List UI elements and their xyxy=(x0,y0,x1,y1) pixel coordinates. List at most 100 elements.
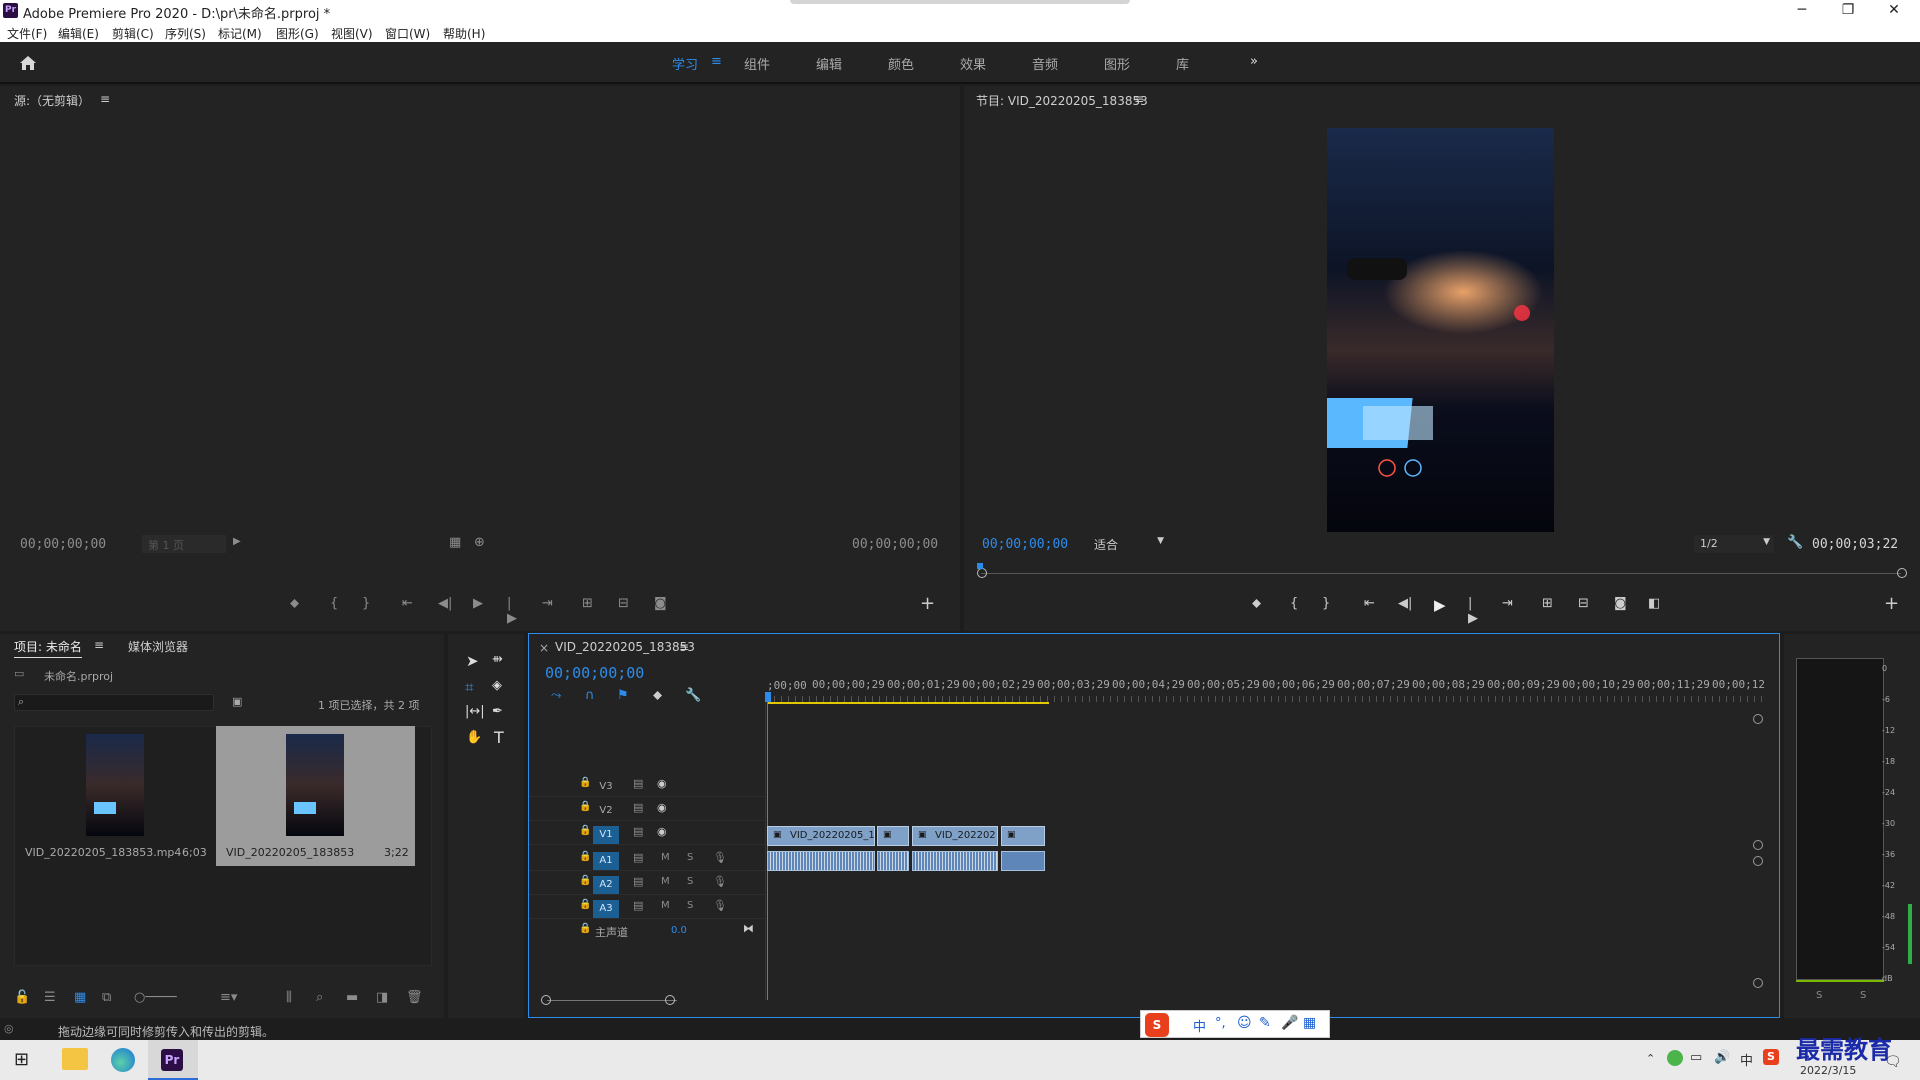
vertical-scroll-handle[interactable] xyxy=(1753,840,1763,850)
project-item-selected[interactable]: VID_20220205_183853 3;22 xyxy=(216,726,415,866)
lock-icon[interactable]: 🔒 xyxy=(579,801,591,812)
tab-media-browser[interactable]: 媒体浏览器 xyxy=(128,638,188,655)
mark-in-icon[interactable]: { xyxy=(330,596,338,611)
project-search-input[interactable] xyxy=(14,694,214,711)
program-add-button[interactable]: + xyxy=(1884,593,1899,614)
go-to-out-icon[interactable]: ⇥ xyxy=(1502,596,1513,611)
fit-icon[interactable]: ▦ xyxy=(449,535,461,550)
solo-left-button[interactable]: S xyxy=(1816,990,1822,1001)
tray-ime-indicator[interactable]: 中 xyxy=(1740,1050,1753,1069)
microphone-icon[interactable]: 🎙 xyxy=(713,875,727,888)
scrub-start-handle[interactable] xyxy=(977,568,987,578)
timeline-settings-icon[interactable]: 🔧 xyxy=(685,688,701,703)
audio-clip[interactable] xyxy=(877,851,909,871)
meter-scroll[interactable] xyxy=(1908,904,1912,964)
track-label[interactable]: A3 xyxy=(593,900,619,918)
type-tool-icon[interactable]: T xyxy=(494,728,504,747)
scroll-right-handle[interactable] xyxy=(665,995,675,1005)
project-panel-menu-icon[interactable]: ≡ xyxy=(94,638,104,652)
source-panel-menu-icon[interactable]: ≡ xyxy=(100,92,110,106)
sync-lock-icon[interactable]: ▤ xyxy=(633,801,643,814)
source-monitor-title[interactable]: 源:（无剪辑） xyxy=(14,92,90,109)
audio-clip[interactable] xyxy=(767,851,875,871)
workspace-learn[interactable]: 学习 xyxy=(672,54,698,73)
horizontal-zoom-scrollbar[interactable] xyxy=(547,1000,677,1001)
tray-overflow-icon[interactable]: ⌃ xyxy=(1646,1052,1655,1065)
mute-button[interactable]: M xyxy=(661,876,670,887)
home-icon[interactable] xyxy=(18,53,38,73)
snap-icon[interactable]: ∩ xyxy=(585,688,595,703)
freeform-view-icon[interactable]: ⧉ xyxy=(102,990,111,1005)
minimize-button[interactable]: ─ xyxy=(1780,0,1824,22)
sogou-logo-icon[interactable]: S xyxy=(1145,1013,1169,1037)
menu-file[interactable]: 文件(F) xyxy=(7,25,47,42)
mark-in-icon[interactable]: { xyxy=(1290,596,1298,611)
mark-out-icon[interactable]: } xyxy=(1322,596,1330,611)
step-forward-icon[interactable]: |▶ xyxy=(507,596,517,626)
insert-icon[interactable]: ⊕ xyxy=(474,535,485,550)
new-bin-icon[interactable]: ▬ xyxy=(346,990,358,1005)
track-label[interactable]: V1 xyxy=(593,826,619,844)
vertical-scroll-handle[interactable] xyxy=(1753,856,1763,866)
vertical-scroll-handle[interactable] xyxy=(1753,714,1763,724)
restore-button[interactable]: ❐ xyxy=(1826,0,1870,22)
linked-selection-icon[interactable]: ⚑ xyxy=(617,688,629,703)
sogou-tray-icon[interactable]: S xyxy=(1763,1049,1779,1065)
ime-punct-mode[interactable]: °, xyxy=(1215,1016,1226,1031)
workspace-libraries[interactable]: 库 xyxy=(1176,54,1189,73)
overwrite-clip-icon[interactable]: ⊟ xyxy=(618,596,629,611)
lock-icon[interactable]: 🔒 xyxy=(579,875,591,886)
sync-lock-icon[interactable]: ▤ xyxy=(633,825,643,838)
lift-icon[interactable]: ⊞ xyxy=(1542,596,1553,611)
workspace-graphics[interactable]: 图形 xyxy=(1104,54,1130,73)
mark-out-icon[interactable]: } xyxy=(362,596,370,611)
eye-icon[interactable]: ◉ xyxy=(657,825,667,838)
step-back-icon[interactable]: ◀| xyxy=(438,596,452,611)
razor-tool-icon[interactable]: ◈ xyxy=(492,678,502,693)
workspace-effects[interactable]: 效果 xyxy=(960,54,986,73)
program-timecode[interactable]: 00;00;00;00 xyxy=(982,537,1068,552)
workspace-color[interactable]: 颜色 xyxy=(888,54,914,73)
step-back-icon[interactable]: ◀| xyxy=(1398,596,1412,611)
microphone-icon[interactable]: 🎙 xyxy=(713,899,727,912)
menu-clip[interactable]: 剪辑(C) xyxy=(112,25,154,42)
solo-button[interactable]: S xyxy=(687,852,693,863)
go-to-in-icon[interactable]: ⇤ xyxy=(402,596,413,611)
sort-icon[interactable]: ≡▾ xyxy=(220,990,237,1005)
eye-icon[interactable]: ◉ xyxy=(657,801,667,814)
menu-marker[interactable]: 标记(M) xyxy=(218,25,262,42)
tray-app-icon[interactable] xyxy=(1667,1050,1683,1066)
solo-button[interactable]: S xyxy=(687,876,693,887)
video-clip[interactable]: ▣ VID_202202 xyxy=(912,826,998,846)
toolbox-icon[interactable]: ▦ xyxy=(1303,1015,1316,1031)
ime-chinese-mode[interactable]: 中 xyxy=(1193,1016,1206,1035)
workspace-assembly[interactable]: 组件 xyxy=(744,54,770,73)
playhead-indicator[interactable] xyxy=(977,563,983,569)
menu-sequence[interactable]: 序列(S) xyxy=(165,25,206,42)
workspace-editing[interactable]: 编辑 xyxy=(816,54,842,73)
go-to-out-icon[interactable]: ⇥ xyxy=(542,596,553,611)
selection-tool-icon[interactable]: ➤ xyxy=(466,652,479,670)
workspace-overflow-icon[interactable]: » xyxy=(1250,54,1258,69)
emoji-icon[interactable]: ☺ xyxy=(1237,1015,1252,1031)
icon-view-icon[interactable]: ▦ xyxy=(74,990,86,1005)
timeline-sequence-tab[interactable]: VID_20220205_183853 xyxy=(555,640,695,654)
go-to-in-icon[interactable]: ⇤ xyxy=(1364,596,1375,611)
track-label[interactable]: V2 xyxy=(593,802,619,820)
lock-icon[interactable]: 🔒 xyxy=(579,777,591,788)
microphone-icon[interactable]: 🎙 xyxy=(713,851,727,864)
sync-lock-icon[interactable]: ▤ xyxy=(633,899,643,912)
track-select-tool-icon[interactable]: ⇻ xyxy=(492,652,503,667)
source-page-select[interactable]: 第 1 页 xyxy=(142,535,226,553)
edge-icon[interactable] xyxy=(111,1048,135,1072)
program-monitor-title[interactable]: 节目: VID_20220205_183853 xyxy=(976,92,1148,109)
mute-button[interactable]: M xyxy=(661,900,670,911)
play-icon[interactable]: ▶ xyxy=(473,596,483,611)
program-scrub-bar[interactable] xyxy=(981,573,1901,574)
lock-icon[interactable]: 🔒 xyxy=(579,851,591,862)
timeline-timecode[interactable]: 00;00;00;00 xyxy=(545,664,644,682)
slip-tool-icon[interactable]: |↔| xyxy=(465,704,485,719)
vertical-scroll-handle[interactable] xyxy=(1753,978,1763,988)
scroll-left-handle[interactable] xyxy=(541,995,551,1005)
program-quality-select[interactable]: 1/2 ▼ xyxy=(1694,535,1774,553)
